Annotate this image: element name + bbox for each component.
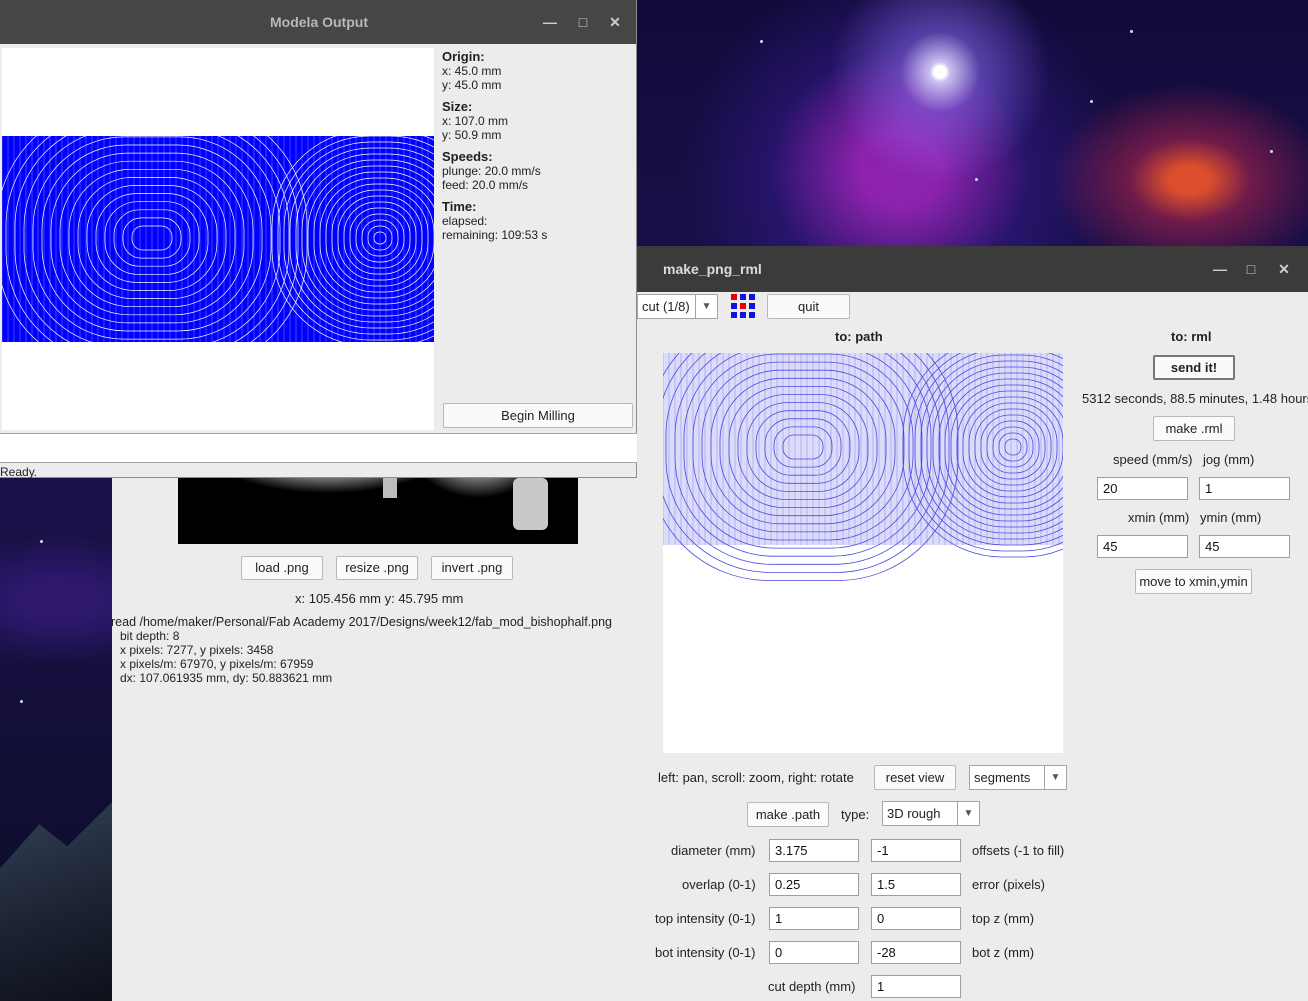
cursor-readout: x: 105.456 mm y: 45.795 mm [295, 591, 464, 606]
view-hint: left: pan, scroll: zoom, right: rotate [658, 770, 854, 785]
xmin-label: xmin (mm) [1128, 510, 1190, 525]
type-select-value: 3D rough [887, 806, 941, 821]
origin-x: x: 45.0 mm [442, 64, 502, 78]
top-intensity-label: top intensity (0-1) [655, 911, 756, 926]
overlap-label: overlap (0-1) [682, 877, 756, 892]
modela-window-title: Modela Output [270, 14, 368, 30]
quit-button[interactable]: quit [767, 294, 850, 319]
png-info-pixels: x pixels: 7277, y pixels: 3458 [120, 643, 274, 657]
size-x: x: 107.0 mm [442, 114, 509, 128]
modela-output-window: Modela Output — □ ✕ Origin: x: 45.0 mm y… [0, 0, 637, 479]
close-icon[interactable]: ✕ [606, 13, 624, 31]
diameter-label: diameter (mm) [671, 843, 756, 858]
time-estimate: 5312 seconds, 88.5 minutes, 1.48 hours [1082, 391, 1308, 406]
time-heading: Time: [442, 199, 477, 214]
minimize-icon[interactable]: — [541, 13, 559, 31]
cut-depth-label: cut depth (mm) [768, 979, 856, 994]
top-z-label: top z (mm) [972, 911, 1035, 926]
size-heading: Size: [442, 99, 473, 114]
move-to-xmin-ymin-button[interactable]: move to xmin,ymin [1135, 569, 1252, 594]
type-select[interactable]: 3D rough ▼ [882, 801, 980, 826]
make-rml-button[interactable]: make .rml [1153, 416, 1235, 441]
modela-toolpath-drawing [0, 104, 489, 372]
make-png-rml-titlebar[interactable]: make_png_rml — □ ✕ [637, 246, 1308, 292]
toolpath-view[interactable] [647, 313, 1124, 753]
png-info-dimensions: dx: 107.061935 mm, dy: 50.883621 mm [120, 671, 333, 685]
modela-status: Ready. [0, 465, 38, 479]
jog-label: jog (mm) [1203, 452, 1255, 467]
speed-label: speed (mm/s) [1113, 452, 1193, 467]
overlap-input[interactable]: 0.25 [769, 873, 859, 896]
send-it-button[interactable]: send it! [1153, 355, 1235, 380]
cut-depth-input[interactable]: 1 [871, 975, 961, 998]
png-info-bit-depth: bit depth: 8 [120, 629, 180, 643]
modela-titlebar[interactable]: Modela Output — □ ✕ [0, 0, 636, 44]
reset-view-button[interactable]: reset view [874, 765, 956, 790]
offsets-label: offsets (-1 to fill) [972, 843, 1065, 858]
chevron-down-icon: ▼ [957, 802, 979, 825]
close-icon[interactable]: ✕ [1275, 260, 1293, 278]
chevron-down-icon: ▼ [1044, 766, 1066, 789]
png-preview-image [178, 478, 578, 544]
origin-heading: Origin: [442, 49, 485, 64]
resize-png-button[interactable]: resize .png [336, 556, 418, 580]
begin-milling-button[interactable]: Begin Milling [443, 403, 633, 428]
type-label: type: [841, 807, 870, 822]
maximize-icon[interactable]: □ [574, 13, 592, 31]
to-rml-heading: to: rml [1171, 329, 1212, 344]
error-label: error (pixels) [972, 877, 1045, 892]
modela-toolpath-view[interactable] [0, 48, 489, 430]
offsets-input[interactable]: -1 [871, 839, 961, 862]
invert-png-button[interactable]: invert .png [431, 556, 513, 580]
top-intensity-input[interactable]: 1 [769, 907, 859, 930]
cut-select[interactable]: cut (1/8) ▼ [637, 294, 718, 319]
origin-y: y: 45.0 mm [442, 78, 502, 92]
ymin-label: ymin (mm) [1200, 510, 1262, 525]
feed-speed: feed: 20.0 mm/s [442, 178, 529, 192]
png-info-pixels-per-m: x pixels/m: 67970, y pixels/m: 67959 [120, 657, 314, 671]
to-path-heading: to: path [835, 329, 883, 344]
plunge-speed: plunge: 20.0 mm/s [442, 164, 541, 178]
diameter-input[interactable]: 3.175 [769, 839, 859, 862]
jog-input[interactable]: 1 [1199, 477, 1290, 500]
fab-logo-icon [730, 293, 756, 319]
bot-intensity-input[interactable]: 0 [769, 941, 859, 964]
xmin-input[interactable]: 45 [1097, 535, 1188, 558]
error-input[interactable]: 1.5 [871, 873, 961, 896]
speed-input[interactable]: 20 [1097, 477, 1188, 500]
png-info-path: read /home/maker/Personal/Fab Academy 20… [111, 615, 613, 629]
minimize-icon[interactable]: — [1211, 260, 1229, 278]
speeds-heading: Speeds: [442, 149, 493, 164]
make-path-button[interactable]: make .path [747, 802, 829, 827]
bot-intensity-label: bot intensity (0-1) [655, 945, 756, 960]
ymin-input[interactable]: 45 [1199, 535, 1290, 558]
window-title: make_png_rml [663, 261, 762, 277]
top-z-input[interactable]: 0 [871, 907, 961, 930]
cut-select-value: cut (1/8) [642, 299, 690, 314]
mountain-silhouette [0, 802, 112, 1001]
elapsed-time: elapsed: [442, 214, 488, 228]
load-png-button[interactable]: load .png [241, 556, 323, 580]
size-y: y: 50.9 mm [442, 128, 502, 142]
maximize-icon[interactable]: □ [1242, 260, 1260, 278]
toolpath-drawing [647, 313, 1124, 581]
display-mode-select[interactable]: segments ▼ [969, 765, 1067, 790]
chevron-down-icon: ▼ [695, 295, 717, 318]
bot-z-label: bot z (mm) [972, 945, 1035, 960]
display-mode-value: segments [974, 770, 1031, 785]
remaining-time: remaining: 109:53 s [442, 228, 548, 242]
bot-z-input[interactable]: -28 [871, 941, 961, 964]
modela-progress-area [0, 433, 637, 463]
